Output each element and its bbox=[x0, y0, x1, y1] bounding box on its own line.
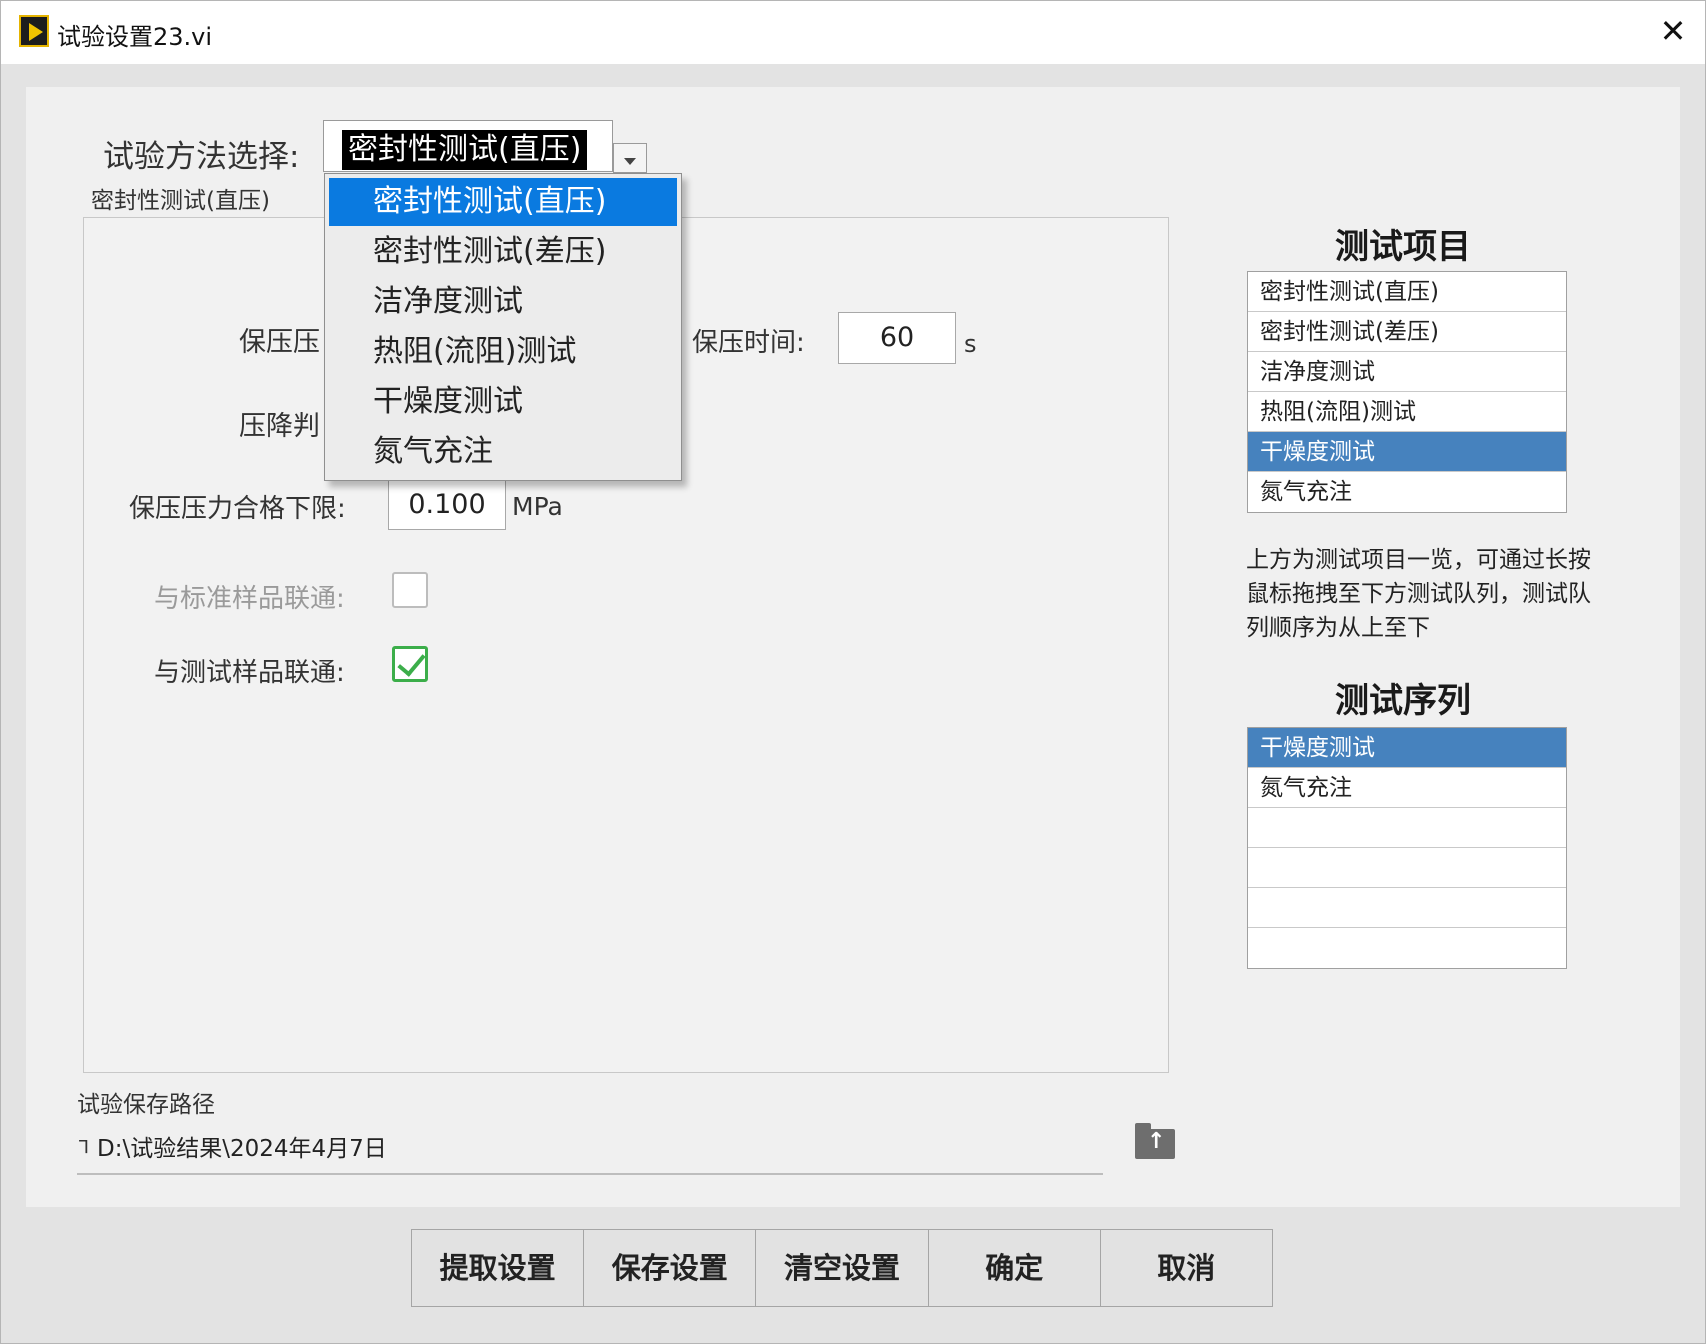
dropdown-option[interactable]: 洁净度测试 bbox=[329, 278, 677, 326]
list-item[interactable]: 氮气充注 bbox=[1248, 768, 1566, 808]
folder-browse-icon[interactable] bbox=[1135, 1123, 1175, 1159]
lower-limit-input[interactable]: 0.100 bbox=[388, 480, 506, 530]
test-items-title: 测试项目 bbox=[1335, 227, 1471, 267]
list-item[interactable] bbox=[1248, 848, 1566, 888]
close-icon[interactable]: ✕ bbox=[1651, 11, 1695, 51]
window-title: 试验设置23.vi bbox=[57, 23, 213, 51]
list-item[interactable]: 密封性测试(差压) bbox=[1248, 312, 1566, 352]
list-item[interactable]: 氮气充注 bbox=[1248, 472, 1566, 512]
chevron-down-icon[interactable] bbox=[613, 143, 647, 173]
std-sample-checkbox[interactable] bbox=[392, 572, 428, 608]
list-item[interactable] bbox=[1248, 928, 1566, 968]
list-item[interactable]: 干燥度测试 bbox=[1248, 728, 1566, 768]
dropdown-option[interactable]: 氮气充注 bbox=[329, 428, 677, 476]
dropdown-option[interactable]: 密封性测试(直压) bbox=[329, 178, 677, 226]
ok-button[interactable]: 确定 bbox=[928, 1230, 1101, 1306]
dropdown-option[interactable]: 密封性测试(差压) bbox=[329, 228, 677, 276]
button-bar: 提取设置 保存设置 清空设置 确定 取消 bbox=[411, 1229, 1273, 1307]
lower-limit-label: 保压压力合格下限: bbox=[129, 494, 346, 524]
list-item[interactable]: 洁净度测试 bbox=[1248, 352, 1566, 392]
list-item[interactable]: 热阻(流阻)测试 bbox=[1248, 392, 1566, 432]
test-items-list[interactable]: 密封性测试(直压) 密封性测试(差压) 洁净度测试 热阻(流阻)测试 干燥度测试… bbox=[1247, 271, 1567, 513]
lower-limit-unit: MPa bbox=[512, 492, 563, 521]
test-sample-checkbox[interactable] bbox=[392, 646, 428, 682]
test-sequence-title: 测试序列 bbox=[1335, 681, 1471, 721]
method-select-label: 试验方法选择: bbox=[103, 139, 300, 175]
list-item[interactable] bbox=[1248, 808, 1566, 848]
hold-time-unit: s bbox=[964, 330, 977, 358]
clear-settings-button[interactable]: 清空设置 bbox=[756, 1230, 929, 1306]
dialog-window: 试验设置23.vi ✕ 试验方法选择: 密封性测试(直压) 密封性测试(直压) … bbox=[0, 0, 1706, 1344]
method-caption: 密封性测试(直压) bbox=[91, 188, 270, 214]
list-item[interactable]: 干燥度测试 bbox=[1248, 432, 1566, 472]
title-bar: 试验设置23.vi ✕ bbox=[1, 1, 1705, 64]
std-sample-label: 与标准样品联通: bbox=[154, 584, 345, 614]
test-sequence-list[interactable]: 干燥度测试 氮气充注 bbox=[1247, 727, 1567, 969]
method-combo-value: 密封性测试(直压) bbox=[342, 130, 588, 170]
list-item[interactable]: 密封性测试(直压) bbox=[1248, 272, 1566, 312]
save-path-field[interactable]: ⅂ D:\试验结果\2024年4月7日 bbox=[77, 1125, 1103, 1175]
pressure-drop-label: 压降判 bbox=[239, 411, 320, 442]
method-combo[interactable]: 密封性测试(直压) bbox=[323, 120, 613, 172]
save-path-label: 试验保存路径 bbox=[77, 1092, 215, 1118]
dropdown-option[interactable]: 干燥度测试 bbox=[329, 378, 677, 426]
hold-time-input[interactable]: 60 bbox=[838, 312, 956, 364]
path-icon: ⅂ bbox=[79, 1137, 90, 1158]
dropdown-option[interactable]: 热阻(流阻)测试 bbox=[329, 328, 677, 376]
save-path-value: D:\试验结果\2024年4月7日 bbox=[97, 1136, 387, 1162]
hold-pressure-label: 保压压 bbox=[239, 327, 320, 358]
method-dropdown-list: 密封性测试(直压) 密封性测试(差压) 洁净度测试 热阻(流阻)测试 干燥度测试… bbox=[324, 173, 682, 481]
save-settings-button[interactable]: 保存设置 bbox=[584, 1230, 757, 1306]
labview-run-icon bbox=[19, 15, 49, 47]
fetch-settings-button[interactable]: 提取设置 bbox=[412, 1230, 585, 1306]
cancel-button[interactable]: 取消 bbox=[1100, 1230, 1273, 1306]
drag-instruction-note: 上方为测试项目一览，可通过长按鼠标拖拽至下方测试队列，测试队列顺序为从上至下 bbox=[1246, 547, 1591, 641]
test-sample-label: 与测试样品联通: bbox=[154, 658, 345, 688]
list-item[interactable] bbox=[1248, 888, 1566, 928]
hold-time-label: 保压时间: bbox=[692, 328, 805, 358]
